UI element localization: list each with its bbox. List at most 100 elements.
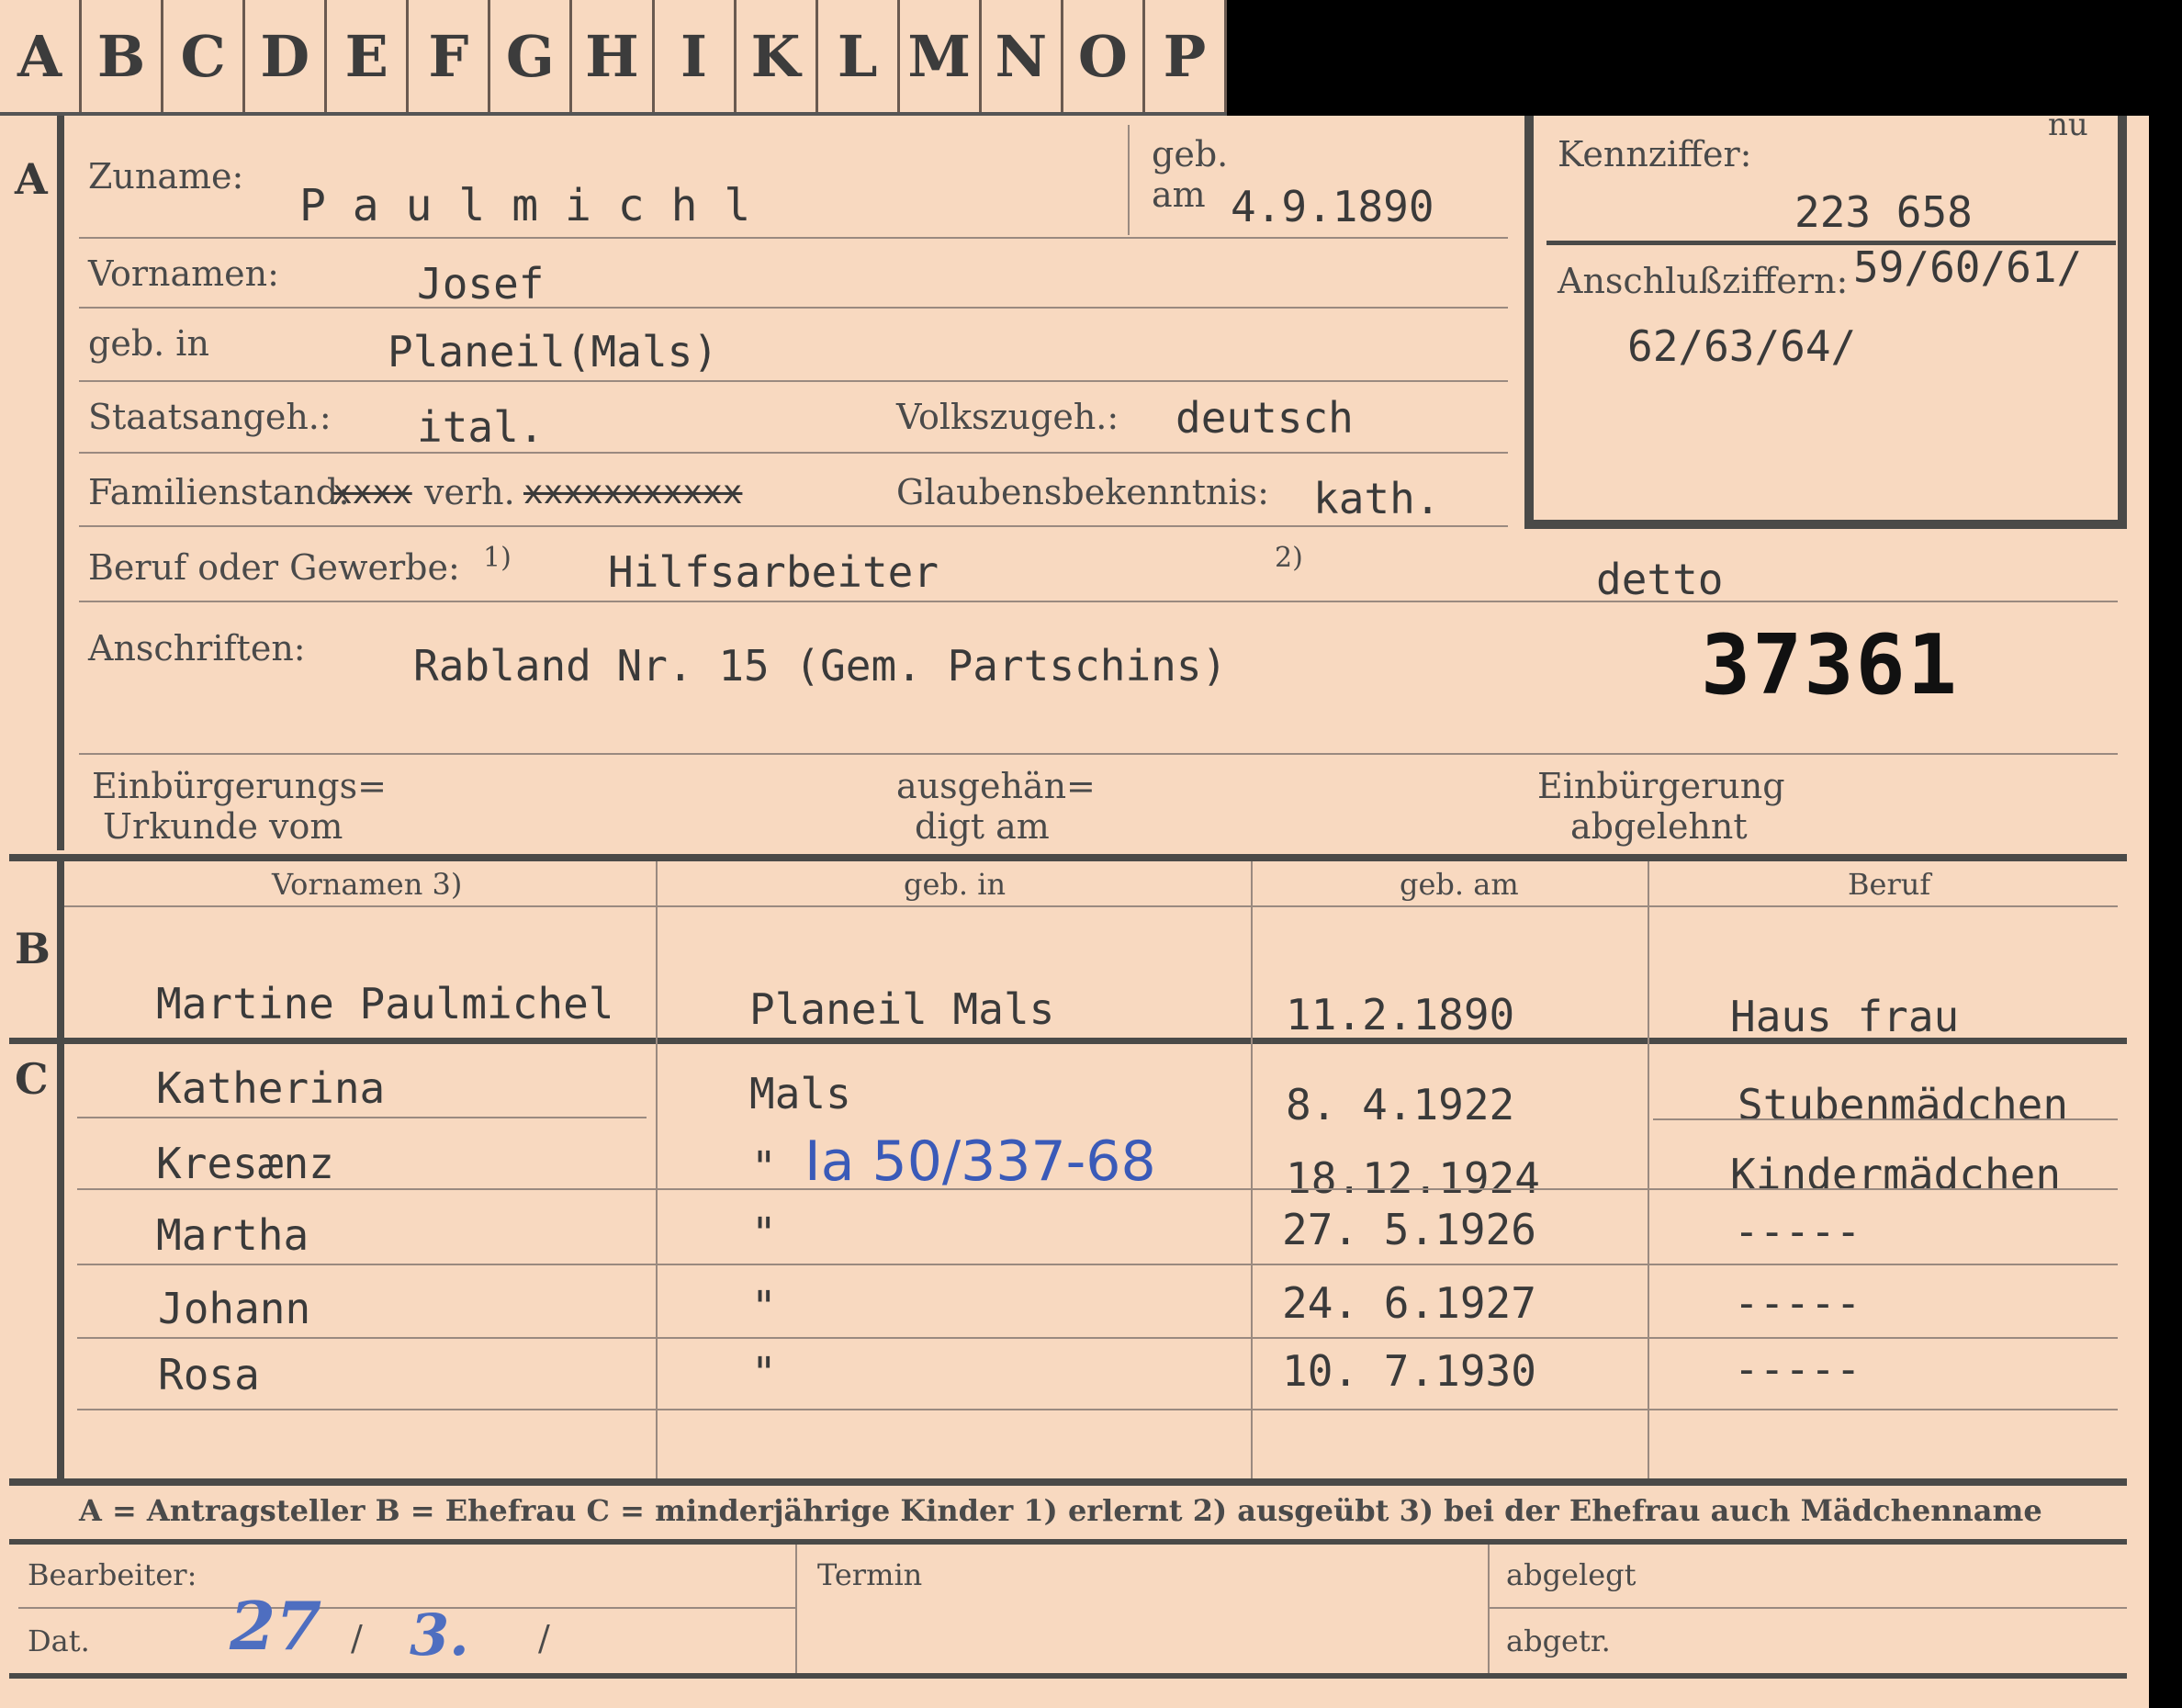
child-3-beruf: ----- bbox=[1734, 1207, 1861, 1256]
footer-divider bbox=[1488, 1545, 1490, 1673]
familienstand-struck-1: xxxx bbox=[332, 474, 412, 511]
label-bearbeiter: Bearbeiter: bbox=[28, 1557, 197, 1592]
value-volkszugeh: deutsch bbox=[1175, 393, 1354, 443]
label-dat: Dat. bbox=[28, 1624, 90, 1658]
label-termin: Termin bbox=[817, 1557, 923, 1592]
value-staatsangeh: ital. bbox=[417, 402, 545, 452]
footer-rule bbox=[18, 1607, 795, 1609]
child-3-geb-in: " bbox=[751, 1208, 777, 1258]
rule bbox=[79, 753, 2118, 755]
tab-e[interactable]: E bbox=[327, 0, 410, 112]
header-vornamen: Vornamen 3) bbox=[272, 867, 463, 902]
date-slash-1: / bbox=[351, 1618, 363, 1658]
label-einbuergerung-abgelehnt-2: abgelehnt bbox=[1570, 806, 1748, 847]
row-rule bbox=[1653, 1118, 2118, 1120]
tab-p[interactable]: P bbox=[1145, 0, 1227, 112]
rule bbox=[79, 380, 1508, 382]
label-staatsangeh: Staatsangeh.: bbox=[88, 397, 332, 437]
header-geb-in: geb. in bbox=[904, 867, 1007, 902]
kennziffer-box-right bbox=[2118, 116, 2127, 529]
row-rule bbox=[77, 1117, 647, 1118]
col-divider bbox=[1648, 861, 1649, 1478]
col-divider bbox=[656, 861, 658, 1478]
footnote-1-marker: 1) bbox=[483, 542, 512, 574]
tab-b[interactable]: B bbox=[82, 0, 164, 112]
label-zuname: Zuname: bbox=[88, 156, 244, 197]
label-geb: geb. bbox=[1152, 134, 1229, 174]
child-4-beruf: ----- bbox=[1734, 1278, 1861, 1328]
value-anschluss-2: 62/63/64/ bbox=[1627, 321, 1857, 371]
handwritten-date-month: 3. bbox=[410, 1601, 469, 1669]
value-geb-in: Planeil(Mals) bbox=[388, 327, 719, 376]
row-rule bbox=[77, 1337, 2118, 1339]
row-rule bbox=[77, 1409, 2118, 1410]
corner-mark: nu bbox=[2048, 107, 2088, 143]
familienstand-struck-2: xxxxxxxxxxx bbox=[523, 474, 743, 511]
spouse-beruf: Haus frau bbox=[1730, 992, 1960, 1041]
spouse-vornamen: Martine Paulmichel bbox=[156, 979, 614, 1028]
label-vornamen: Vornamen: bbox=[88, 253, 279, 294]
tab-k[interactable]: K bbox=[737, 0, 818, 112]
tab-i[interactable]: I bbox=[655, 0, 737, 112]
tab-o[interactable]: O bbox=[1063, 0, 1145, 112]
footer-divider bbox=[795, 1545, 797, 1673]
row-rule bbox=[77, 1188, 2118, 1190]
section-b-letter: B bbox=[15, 924, 51, 973]
child-2-beruf: Kindermädchen bbox=[1730, 1150, 2062, 1199]
label-geb-in: geb. in bbox=[88, 323, 209, 364]
table-bottom-border bbox=[9, 1478, 2127, 1486]
kennziffer-box-left bbox=[1524, 116, 1534, 529]
value-geb-am: 4.9.1890 bbox=[1231, 182, 1434, 231]
footer-bottom-border bbox=[9, 1673, 2127, 1679]
table-left-border bbox=[57, 861, 64, 1482]
child-5-beruf: ----- bbox=[1734, 1344, 1861, 1394]
tab-c[interactable]: C bbox=[163, 0, 246, 112]
header-beruf: Beruf bbox=[1848, 867, 1931, 902]
legend: A = Antragsteller B = Ehefrau C = minder… bbox=[79, 1493, 2042, 1528]
handwritten-date-day: 27 bbox=[230, 1587, 322, 1665]
label-ausgehaen-1: ausgehän= bbox=[896, 766, 1096, 806]
child-4-geb-in: " bbox=[751, 1282, 777, 1332]
footnote-2-marker: 2) bbox=[1275, 542, 1303, 574]
table-top-border bbox=[9, 854, 2127, 861]
tab-l[interactable]: L bbox=[818, 0, 900, 112]
child-5-vornamen: Rosa bbox=[158, 1350, 260, 1399]
header-geb-am: geb. am bbox=[1400, 867, 1519, 902]
value-zuname: P a u l m i c h l bbox=[299, 180, 751, 231]
handwritten-reference: Ia 50/337-68 bbox=[804, 1129, 1156, 1194]
value-beruf-ausgeuebt: detto bbox=[1596, 555, 1724, 604]
tab-f[interactable]: F bbox=[409, 0, 491, 112]
rule bbox=[79, 601, 2118, 602]
header-rule bbox=[64, 905, 2118, 907]
col-divider bbox=[1251, 861, 1253, 1478]
value-glaubensbekenntnis: kath. bbox=[1313, 474, 1441, 523]
rule bbox=[79, 525, 1508, 527]
rule bbox=[79, 452, 1508, 454]
tab-h[interactable]: H bbox=[572, 0, 655, 112]
child-5-geb-am: 10. 7.1930 bbox=[1282, 1346, 1536, 1396]
label-ausgehaen-2: digt am bbox=[915, 806, 1050, 847]
child-2-vornamen: Kresænz bbox=[156, 1139, 334, 1188]
tab-a[interactable]: A bbox=[0, 0, 83, 112]
row-rule bbox=[77, 1264, 2118, 1265]
child-1-beruf: Stubenmädchen bbox=[1738, 1080, 2069, 1129]
section-a-border bbox=[57, 116, 64, 850]
stamp-number: 37361 bbox=[1701, 617, 1959, 714]
tab-m[interactable]: M bbox=[900, 0, 982, 112]
legend-bottom-border bbox=[9, 1539, 2127, 1545]
spouse-geb-in: Planeil Mals bbox=[749, 984, 1055, 1034]
child-3-geb-am: 27. 5.1926 bbox=[1282, 1205, 1536, 1254]
child-5-geb-in: " bbox=[751, 1348, 777, 1398]
value-kennziffer: 223 658 bbox=[1794, 187, 1973, 237]
tab-d[interactable]: D bbox=[245, 0, 328, 112]
tab-n[interactable]: N bbox=[982, 0, 1063, 112]
tab-g[interactable]: G bbox=[490, 0, 573, 112]
rule bbox=[79, 237, 1508, 239]
section-c-letter: C bbox=[15, 1054, 49, 1104]
label-familienstand: Familienstand: bbox=[88, 472, 350, 512]
child-3-vornamen: Martha bbox=[156, 1210, 309, 1260]
child-1-vornamen: Katherina bbox=[156, 1063, 386, 1113]
value-anschluss-1: 59/60/61/ bbox=[1853, 242, 2083, 292]
rule bbox=[79, 307, 1508, 309]
label-kennziffer: Kennziffer: bbox=[1558, 134, 1752, 174]
